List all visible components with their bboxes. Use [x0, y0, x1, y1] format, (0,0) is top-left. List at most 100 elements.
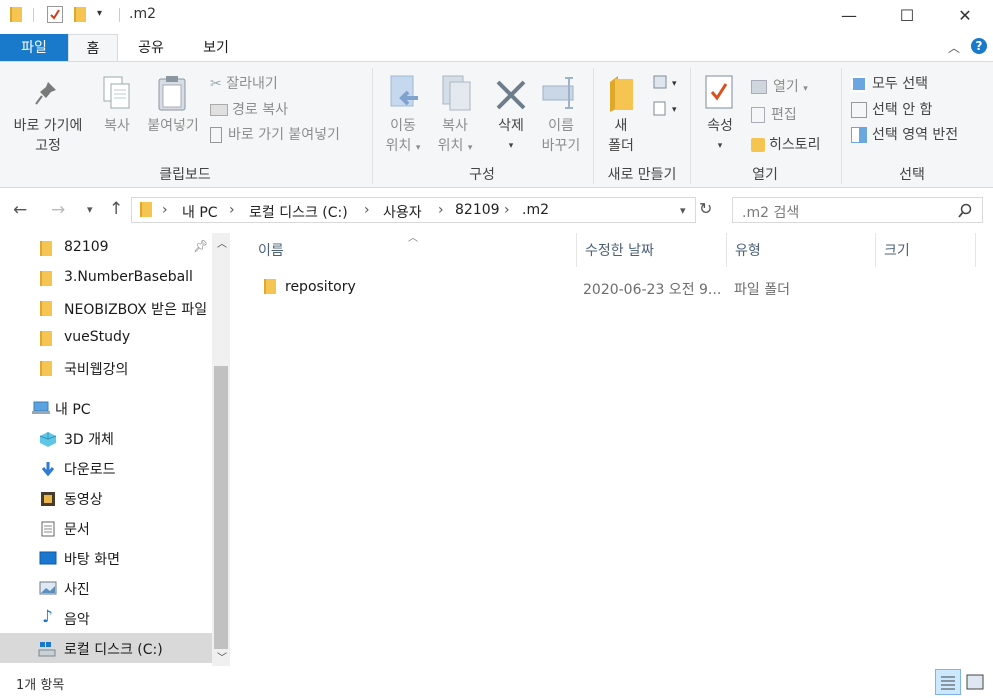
- back-arrow-icon[interactable]: ←: [13, 200, 27, 220]
- paste-button[interactable]: 붙여넣기: [143, 116, 203, 136]
- paste-icon: [156, 74, 188, 116]
- nav-item-documents[interactable]: 문서: [0, 513, 212, 543]
- close-button[interactable]: ✕: [936, 0, 993, 30]
- film-icon: [41, 492, 55, 506]
- scroll-down-icon[interactable]: ﹀: [217, 649, 227, 664]
- breadcrumb-separator: ›: [229, 202, 235, 218]
- breadcrumb-this-pc[interactable]: 내 PC: [182, 202, 218, 222]
- breadcrumb-m2[interactable]: .m2: [522, 202, 549, 218]
- large-icons-view-icon: [966, 674, 984, 690]
- pin-icon: [34, 80, 60, 112]
- history-button[interactable]: 히스토리: [751, 134, 821, 154]
- column-divider[interactable]: [576, 233, 577, 267]
- breadcrumb-separator: ›: [162, 202, 168, 218]
- nav-item-neobizbox[interactable]: NEOBIZBOX 받은 파일: [0, 293, 212, 323]
- edit-button[interactable]: 편집: [751, 104, 797, 124]
- move-to-icon: [388, 74, 422, 118]
- nav-item-pictures[interactable]: 사진: [0, 573, 212, 603]
- breadcrumb-separator: ›: [438, 202, 444, 218]
- chevron-down-icon[interactable]: ▾: [680, 204, 686, 217]
- scroll-up-icon[interactable]: ︿: [217, 235, 227, 250]
- search-input[interactable]: .m2 검색: [742, 202, 799, 222]
- column-divider[interactable]: [975, 233, 976, 267]
- search-box[interactable]: .m2 검색: [732, 197, 983, 223]
- column-header-name[interactable]: 이름: [258, 240, 284, 260]
- recent-locations-icon[interactable]: ▾: [87, 203, 93, 216]
- breadcrumb-82109[interactable]: 82109: [455, 202, 500, 218]
- file-name-cell[interactable]: repository: [285, 279, 356, 295]
- status-bar: 1개 항목: [0, 666, 993, 698]
- table-row[interactable]: repository 2020-06-23 오전 9... 파일 폴더: [250, 272, 980, 302]
- group-divider: [372, 68, 373, 184]
- new-folder-quick-icon[interactable]: [74, 7, 86, 22]
- nav-item-downloads[interactable]: 다운로드: [0, 453, 212, 483]
- column-divider[interactable]: [875, 233, 876, 267]
- breadcrumb-users[interactable]: 사용자: [383, 202, 422, 222]
- pin-quick-access-button[interactable]: 바로 가기에 고정: [7, 116, 89, 156]
- nav-label: 82109: [64, 239, 109, 255]
- properties-quick-icon[interactable]: [47, 6, 63, 23]
- scroll-thumb[interactable]: [214, 366, 228, 649]
- copy-path-button[interactable]: 경로 복사: [210, 99, 288, 119]
- nav-item-this-pc[interactable]: 내 PC: [0, 393, 212, 423]
- details-view-button[interactable]: [935, 669, 961, 695]
- easy-access-icon[interactable]: ▾: [652, 100, 682, 122]
- refresh-icon[interactable]: ↻: [699, 199, 712, 218]
- column-header-date[interactable]: 수정한 날짜: [585, 240, 654, 260]
- group-divider: [841, 68, 842, 184]
- forward-arrow-icon[interactable]: →: [51, 200, 65, 220]
- breadcrumb-local-disk[interactable]: 로컬 디스크 (C:): [249, 202, 348, 222]
- nav-item-local-disk[interactable]: 로컬 디스크 (C:): [0, 633, 212, 663]
- open-button[interactable]: 열기 ▾: [751, 76, 808, 96]
- select-all-button[interactable]: 모두 선택: [851, 73, 928, 93]
- maximize-button[interactable]: ☐: [878, 0, 936, 30]
- nav-scrollbar[interactable]: ︿ ﹀: [212, 233, 230, 666]
- nav-item-3d-objects[interactable]: 3D 개체: [0, 423, 212, 453]
- invert-selection-button[interactable]: 선택 영역 반전: [851, 124, 958, 144]
- copy-to-icon: [440, 74, 474, 118]
- rename-button[interactable]: 이름 바꾸기: [534, 116, 588, 156]
- new-folder-button[interactable]: 새 폴더: [600, 116, 642, 156]
- nav-item-numberbaseball[interactable]: 3.NumberBaseball: [0, 263, 212, 293]
- tab-view[interactable]: 보기: [185, 34, 247, 62]
- folder-icon: [140, 202, 152, 217]
- column-header-size[interactable]: 크기: [884, 240, 910, 260]
- minimize-button[interactable]: —: [820, 0, 878, 30]
- open-label: 열기: [773, 79, 799, 95]
- nav-label: 내 PC: [55, 402, 91, 418]
- tab-home[interactable]: 홈: [68, 34, 118, 63]
- column-header-type[interactable]: 유형: [735, 240, 761, 260]
- tab-file[interactable]: 파일: [0, 34, 68, 62]
- cut-button[interactable]: ✂ 잘라내기: [210, 73, 278, 93]
- new-item-icon[interactable]: ▾: [652, 74, 682, 96]
- nav-label: vueStudy: [64, 329, 131, 345]
- large-icons-view-button[interactable]: [964, 671, 986, 693]
- chevron-down-icon: ▾: [467, 143, 473, 153]
- nav-item-music[interactable]: ♪ 음악: [0, 603, 212, 633]
- column-divider[interactable]: [726, 233, 727, 267]
- up-arrow-icon[interactable]: ↑: [109, 199, 123, 219]
- nav-item-desktop[interactable]: 바탕 화면: [0, 543, 212, 573]
- copy-to-button[interactable]: 복사 위치 ▾: [430, 116, 480, 158]
- chevron-down-icon: ▾: [803, 84, 808, 94]
- tab-share[interactable]: 공유: [120, 34, 182, 62]
- select-none-button[interactable]: 선택 안 함: [851, 99, 932, 119]
- nav-label: NEOBIZBOX 받은 파일: [64, 302, 208, 318]
- customize-quick-access-icon[interactable]: ▾: [97, 8, 102, 19]
- new-group-label: 새로 만들기: [607, 167, 677, 183]
- move-to-button[interactable]: 이동 위치 ▾: [380, 116, 426, 158]
- delete-button[interactable]: 삭제 ▾: [490, 116, 532, 156]
- new-folder-icon: [607, 74, 637, 118]
- nav-item-videos[interactable]: 동영상: [0, 483, 212, 513]
- nav-item-web-lecture[interactable]: 국비웹강의: [0, 353, 212, 383]
- copy-button[interactable]: 복사: [97, 116, 137, 136]
- pin-icon[interactable]: 📌︎: [193, 239, 208, 253]
- nav-item-vuestudy[interactable]: vueStudy: [0, 323, 212, 353]
- help-icon[interactable]: ?: [971, 38, 987, 54]
- paste-shortcut-button[interactable]: 바로 가기 붙여넣기: [210, 124, 340, 144]
- collapse-ribbon-icon[interactable]: ︿: [948, 39, 960, 56]
- nav-item-82109[interactable]: 82109 📌︎: [0, 233, 212, 263]
- svg-text:▾: ▾: [672, 79, 677, 89]
- properties-button[interactable]: 속성 ▾: [700, 116, 740, 156]
- address-bar[interactable]: › 내 PC › 로컬 디스크 (C:) › 사용자 › 82109 › .m2…: [131, 197, 696, 223]
